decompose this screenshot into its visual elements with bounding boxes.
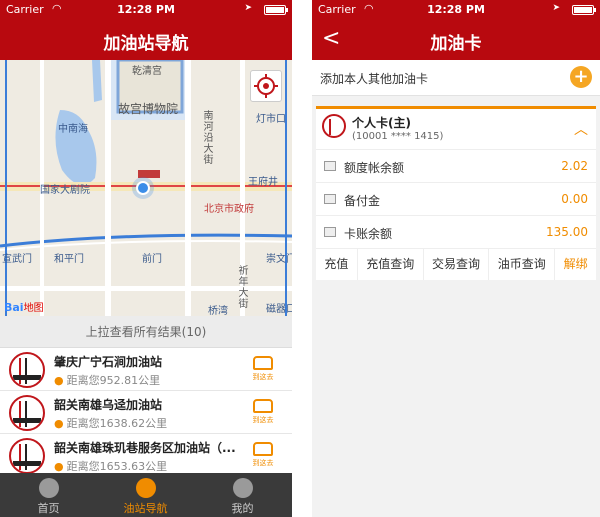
cash-icon — [324, 194, 336, 204]
map-label-chongwenmen: 崇文门 — [266, 254, 292, 265]
map-label-beijing-gov: 北京市政府 — [204, 204, 254, 215]
location-arrow-icon: ➤ — [244, 3, 252, 13]
location-pin-icon: ● — [54, 460, 64, 473]
balance-label: 备付金 — [344, 194, 381, 208]
balance-label: 额度帐余额 — [344, 161, 405, 175]
wallet-icon — [324, 161, 336, 171]
station-distance: ● 距离您952.81公里 — [54, 374, 161, 387]
map-view[interactable]: 乾清宫 故宫博物院 中南海 南河沿大街 灯市口 王府井 国家大剧院 北京市政府 … — [0, 60, 292, 316]
transaction-query-button[interactable]: 交易查询 — [424, 249, 490, 280]
balance-row: 卡账余额 135.00 — [316, 216, 596, 249]
user-icon — [232, 478, 253, 498]
pull-up-results-bar[interactable]: 上拉查看所有结果(10) — [0, 316, 292, 348]
card-name: 个人卡(主) — [352, 116, 411, 130]
compass-icon — [135, 478, 156, 498]
home-icon — [38, 478, 59, 498]
tab-label: 首页 — [37, 502, 60, 515]
map-label-dengshikou: 灯市口 — [256, 114, 286, 125]
navigate-to-button[interactable]: 到这去 — [248, 442, 278, 468]
location-pin-icon: ● — [54, 417, 64, 430]
station-list: 肇庆广宁石涧加油站 ● 距离您952.81公里 到这去 韶关南雄乌迳加油站 ● 距离… — [0, 348, 292, 477]
fuel-card-screen: Carrier ◠ 12:28 PM ➤ < 加油卡 添加本人其他加油卡 + 个… — [312, 0, 600, 517]
nav-bar: < 加油卡 — [312, 20, 600, 60]
map-label-qiaowan: 桥湾 — [208, 306, 228, 316]
tab-bar: 首页 油站导航 我的 — [0, 473, 292, 517]
recharge-button[interactable]: 充值 — [316, 249, 358, 280]
chevron-up-icon[interactable]: ︿ — [574, 119, 588, 139]
station-distance: ● 距离您1653.63公里 — [54, 460, 168, 473]
tab-label: 油站导航 — [123, 502, 168, 515]
balance-value: 0.00 — [561, 192, 588, 206]
map-label-qianqing: 乾清宫 — [132, 66, 162, 77]
page-title: 加油卡 — [430, 34, 482, 54]
sinopec-logo-icon — [322, 114, 346, 138]
balance-label: 卡账余额 — [344, 227, 393, 241]
tab-mine[interactable]: 我的 — [194, 473, 291, 517]
battery-icon — [264, 5, 288, 15]
station-distance: ● 距离您1638.62公里 — [54, 417, 168, 430]
add-card-row[interactable]: 添加本人其他加油卡 + — [312, 60, 600, 96]
fuel-card: 个人卡(主) (10001 **** 1415) ︿ 额度帐余额 2.02 备付… — [316, 106, 596, 280]
battery-icon — [572, 5, 596, 15]
unbind-button[interactable]: 解绑 — [555, 249, 596, 280]
crosshair-icon — [254, 74, 278, 98]
station-name: 肇庆广宁石涧加油站 — [54, 355, 163, 369]
nav-bar: 加油站导航 — [0, 20, 292, 60]
sinopec-logo-icon — [9, 395, 45, 431]
baidu-map-logo: Bai地图 — [4, 301, 44, 314]
balance-value: 2.02 — [561, 159, 588, 173]
current-location-marker — [136, 181, 150, 195]
list-item[interactable]: 韶关南雄珠玑巷服务区加油站（... ● 距离您1653.63公里 到这去 — [0, 434, 292, 477]
card-actions: 充值 充值查询 交易查询 油币查询 解绑 — [316, 249, 596, 280]
map-label-qianmen: 前门 — [142, 254, 162, 265]
location-arrow-icon: ➤ — [552, 3, 560, 13]
map-label-xuanwumen: 宣武门 — [2, 254, 32, 265]
map-label-hepingmen: 和平门 — [54, 254, 84, 265]
balance-row: 备付金 0.00 — [316, 183, 596, 216]
status-bar: Carrier ◠ 12:28 PM ➤ — [312, 0, 600, 20]
map-label-wangfujing: 王府井 — [248, 177, 278, 188]
map-label-qiannian: 祈年大街 — [236, 265, 247, 309]
list-item[interactable]: 韶关南雄乌迳加油站 ● 距离您1638.62公里 到这去 — [0, 391, 292, 434]
tab-label: 我的 — [231, 502, 254, 515]
map-label-ciqikou: 磁器口 — [266, 304, 292, 315]
balance-row: 额度帐余额 2.02 — [316, 150, 596, 183]
oil-coin-query-button[interactable]: 油币查询 — [489, 249, 556, 280]
navigate-to-button[interactable]: 到这去 — [248, 356, 278, 382]
car-icon — [253, 356, 273, 370]
recharge-query-button[interactable]: 充值查询 — [358, 249, 424, 280]
station-name: 韶关南雄珠玑巷服务区加油站（... — [54, 441, 236, 455]
tab-home[interactable]: 首页 — [0, 473, 97, 517]
map-label-nanheyan: 南河沿大街 — [201, 110, 212, 165]
card-icon — [324, 227, 336, 237]
car-icon — [253, 399, 273, 413]
add-card-label: 添加本人其他加油卡 — [320, 72, 429, 86]
location-pin-icon: ● — [54, 374, 64, 387]
sinopec-logo-icon — [9, 352, 45, 388]
plus-icon[interactable]: + — [570, 66, 592, 88]
car-icon — [253, 442, 273, 456]
map-label-national-theater: 国家大剧院 — [40, 185, 90, 196]
list-item[interactable]: 肇庆广宁石涧加油站 ● 距离您952.81公里 到这去 — [0, 348, 292, 391]
locate-me-button[interactable] — [250, 70, 282, 102]
sinopec-logo-icon — [9, 438, 45, 474]
map-label-palace-museum: 故宫博物院 — [118, 102, 179, 116]
page-title: 加油站导航 — [103, 34, 189, 54]
station-navigation-screen: Carrier ◠ 12:28 PM ➤ 加油站导航 乾清宫 故宫博物院 中南海… — [0, 0, 292, 517]
card-number: (10001 **** 1415) — [352, 131, 444, 142]
navigate-to-button[interactable]: 到这去 — [248, 399, 278, 425]
balance-value: 135.00 — [546, 225, 588, 239]
status-bar: Carrier ◠ 12:28 PM ➤ — [0, 0, 292, 20]
card-header[interactable]: 个人卡(主) (10001 **** 1415) ︿ — [316, 109, 596, 150]
station-name: 韶关南雄乌迳加油站 — [54, 398, 163, 412]
map-label-zhongnanhai: 中南海 — [58, 124, 88, 135]
tab-station-navigation[interactable]: 油站导航 — [97, 473, 194, 517]
